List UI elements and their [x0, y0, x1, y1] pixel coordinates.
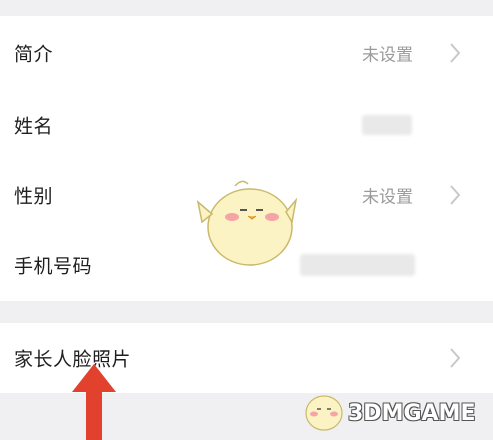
name-redacted-blur: [362, 115, 412, 135]
phone-redacted-blur: [300, 254, 415, 276]
chevron-right-icon: [450, 185, 461, 205]
gender-value: 未设置: [362, 187, 413, 208]
intro-label: 简介: [14, 43, 54, 66]
name-row[interactable]: 姓名: [0, 90, 493, 160]
intro-row[interactable]: 简介 未设置: [0, 18, 493, 88]
chevron-right-icon: [450, 43, 461, 63]
red-up-arrow-icon: [72, 364, 116, 440]
chevron-right-icon: [450, 348, 461, 368]
intro-value: 未设置: [362, 45, 413, 66]
chick-mascot-icon: [196, 180, 298, 266]
gender-label: 性别: [14, 185, 54, 208]
watermark-chick-icon: [305, 395, 343, 431]
phone-label: 手机号码: [14, 255, 93, 278]
watermark-logo: 3DMGAME: [300, 385, 493, 440]
name-label: 姓名: [14, 115, 54, 138]
watermark-text: 3DMGAME: [348, 401, 476, 426]
